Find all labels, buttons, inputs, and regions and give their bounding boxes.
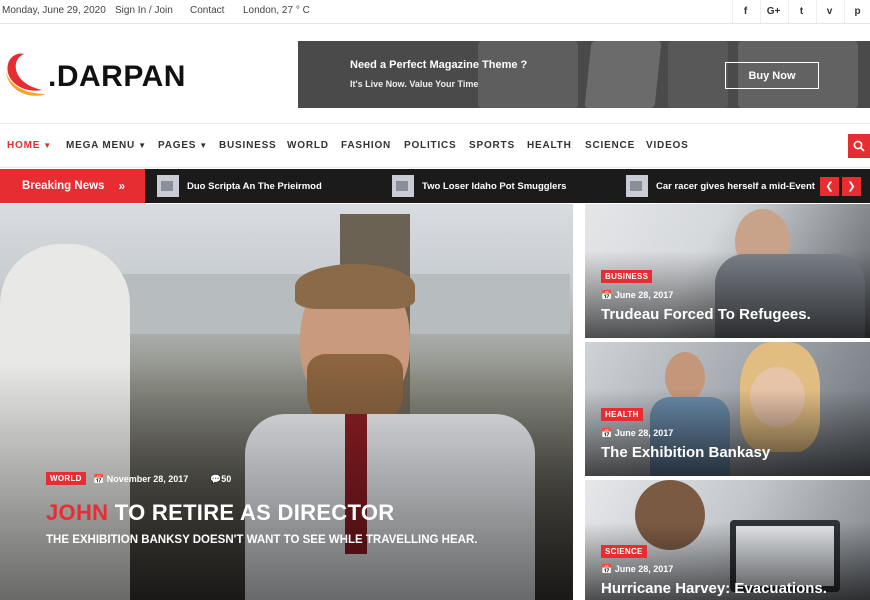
search-button[interactable] xyxy=(848,134,870,158)
comment-icon: 💬 xyxy=(210,474,222,484)
nav-item-business[interactable]: BUSINESS xyxy=(219,140,277,151)
main-nav: HOME ▼ MEGA MENU ▼ PAGES ▼ BUSINESS WORLD F… xyxy=(0,123,870,168)
hero-date-text: November 28, 2017 xyxy=(106,474,189,484)
card-date-text: June 28, 2017 xyxy=(614,428,674,438)
buy-now-button[interactable]: Buy Now xyxy=(725,62,819,89)
hero-subtitle: THE EXHIBITION BANKSY DOESN'T WANT TO SE… xyxy=(46,534,478,546)
side-article-card[interactable]: HEALTH 📅 June 28, 2017 The Exhibition Ba… xyxy=(585,342,870,476)
breaking-news-item-text: Car racer gives herself a mid-Event xyxy=(656,180,815,192)
top-bar: Monday, June 29, 2020 Sign In / Join Con… xyxy=(0,0,870,24)
category-badge[interactable]: WORLD xyxy=(46,472,86,485)
logo-text: .DARPAN xyxy=(48,60,186,93)
chevron-down-icon: ▼ xyxy=(199,141,208,150)
news-thumbnail xyxy=(157,175,179,197)
news-thumbnail xyxy=(626,175,648,197)
card-date: 📅 June 28, 2017 xyxy=(601,428,673,439)
facebook-icon[interactable]: f xyxy=(732,0,758,23)
category-badge[interactable]: BUSINESS xyxy=(601,270,653,283)
card-date: 📅 June 28, 2017 xyxy=(601,290,673,301)
nav-item-fashion[interactable]: FASHION xyxy=(341,140,391,151)
chevron-down-icon: ▼ xyxy=(138,141,147,150)
category-badge[interactable]: HEALTH xyxy=(601,408,643,421)
weather-info: London, 27 ° C xyxy=(243,5,310,16)
breaking-news-item[interactable]: Two Loser Idaho Pot Smugglers xyxy=(392,175,566,197)
chevron-left-icon[interactable]: ❮ xyxy=(820,177,839,196)
nav-item-mega-menu[interactable]: MEGA MENU ▼ xyxy=(66,140,147,151)
category-badge[interactable]: SCIENCE xyxy=(601,545,647,558)
logo-swoosh-icon xyxy=(6,53,46,96)
card-title[interactable]: The Exhibition Bankasy xyxy=(601,444,770,461)
calendar-icon: 📅 xyxy=(601,564,613,574)
card-date: 📅 June 28, 2017 xyxy=(601,564,673,575)
card-title[interactable]: Trudeau Forced To Refugees. xyxy=(601,306,811,323)
twitter-icon[interactable]: t xyxy=(788,0,814,23)
calendar-icon: 📅 xyxy=(601,290,613,300)
signin-link[interactable]: Sign In / Join xyxy=(115,5,173,16)
contact-link[interactable]: Contact xyxy=(190,5,224,16)
comment-count-text: 50 xyxy=(221,474,232,484)
site-logo[interactable]: .DARPAN xyxy=(2,50,192,102)
calendar-icon: 📅 xyxy=(601,428,613,438)
nav-item-pages[interactable]: PAGES ▼ xyxy=(158,140,208,151)
nav-item-science[interactable]: SCIENCE xyxy=(585,140,635,151)
breaking-news-label: Breaking News » xyxy=(0,169,145,203)
nav-item-label: MEGA MENU xyxy=(66,140,136,151)
news-thumbnail xyxy=(392,175,414,197)
breaking-news-item[interactable]: Car racer gives herself a mid-Event xyxy=(626,175,815,197)
google-plus-icon[interactable]: G+ xyxy=(760,0,786,23)
side-article-card[interactable]: BUSINESS 📅 June 28, 2017 Trudeau Forced … xyxy=(585,204,870,338)
breaking-news-item-text: Two Loser Idaho Pot Smugglers xyxy=(422,180,567,192)
breaking-news-item-text: Duo Scripta An The Prieirmod xyxy=(187,180,322,192)
nav-item-videos[interactable]: VIDEOS xyxy=(646,140,689,151)
card-date-text: June 28, 2017 xyxy=(614,290,674,300)
search-icon xyxy=(853,140,865,152)
pinterest-icon[interactable]: p xyxy=(844,0,870,23)
card-title[interactable]: Hurricane Harvey: Evacuations. xyxy=(601,580,827,597)
hero-date: 📅 November 28, 2017 xyxy=(93,474,188,485)
double-chevron-right-icon: » xyxy=(118,179,126,193)
hero-title-rest: TO RETIRE AS DIRECTOR xyxy=(108,500,395,525)
nav-item-health[interactable]: HEALTH xyxy=(527,140,572,151)
nav-item-world[interactable]: WORLD xyxy=(287,140,329,151)
chevron-down-icon: ▼ xyxy=(43,141,52,150)
current-date: Monday, June 29, 2020 xyxy=(2,5,106,16)
breaking-news-label-text: Breaking News xyxy=(22,180,105,192)
nav-item-sports[interactable]: SPORTS xyxy=(469,140,515,151)
banner-title: Need a Perfect Magazine Theme ? xyxy=(350,59,528,71)
banner-subtitle: It's Live Now. Value Your Time xyxy=(350,79,479,89)
card-date-text: June 28, 2017 xyxy=(614,564,674,574)
comment-count: 💬50 xyxy=(210,474,231,485)
chevron-right-icon[interactable]: ❯ xyxy=(842,177,861,196)
vimeo-icon[interactable]: v xyxy=(816,0,842,23)
side-article-card[interactable]: SCIENCE 📅 June 28, 2017 Hurricane Harvey… xyxy=(585,480,870,600)
hero-article[interactable]: WORLD 📅 November 28, 2017 💬50 JOHN TO RE… xyxy=(0,204,573,600)
nav-item-home[interactable]: HOME ▼ xyxy=(7,140,52,151)
hero-title[interactable]: JOHN TO RETIRE AS DIRECTOR xyxy=(46,500,394,526)
breaking-news-bar: Breaking News » Duo Scripta An The Prieir… xyxy=(0,169,870,203)
breaking-news-item[interactable]: Duo Scripta An The Prieirmod xyxy=(157,175,322,197)
nav-item-politics[interactable]: POLITICS xyxy=(404,140,457,151)
hero-title-highlight: JOHN xyxy=(46,500,109,525)
nav-item-label: HOME xyxy=(7,140,41,151)
nav-item-label: PAGES xyxy=(158,140,197,151)
ad-banner[interactable]: Need a Perfect Magazine Theme ? It's Liv… xyxy=(298,41,870,108)
calendar-icon: 📅 xyxy=(93,474,105,484)
